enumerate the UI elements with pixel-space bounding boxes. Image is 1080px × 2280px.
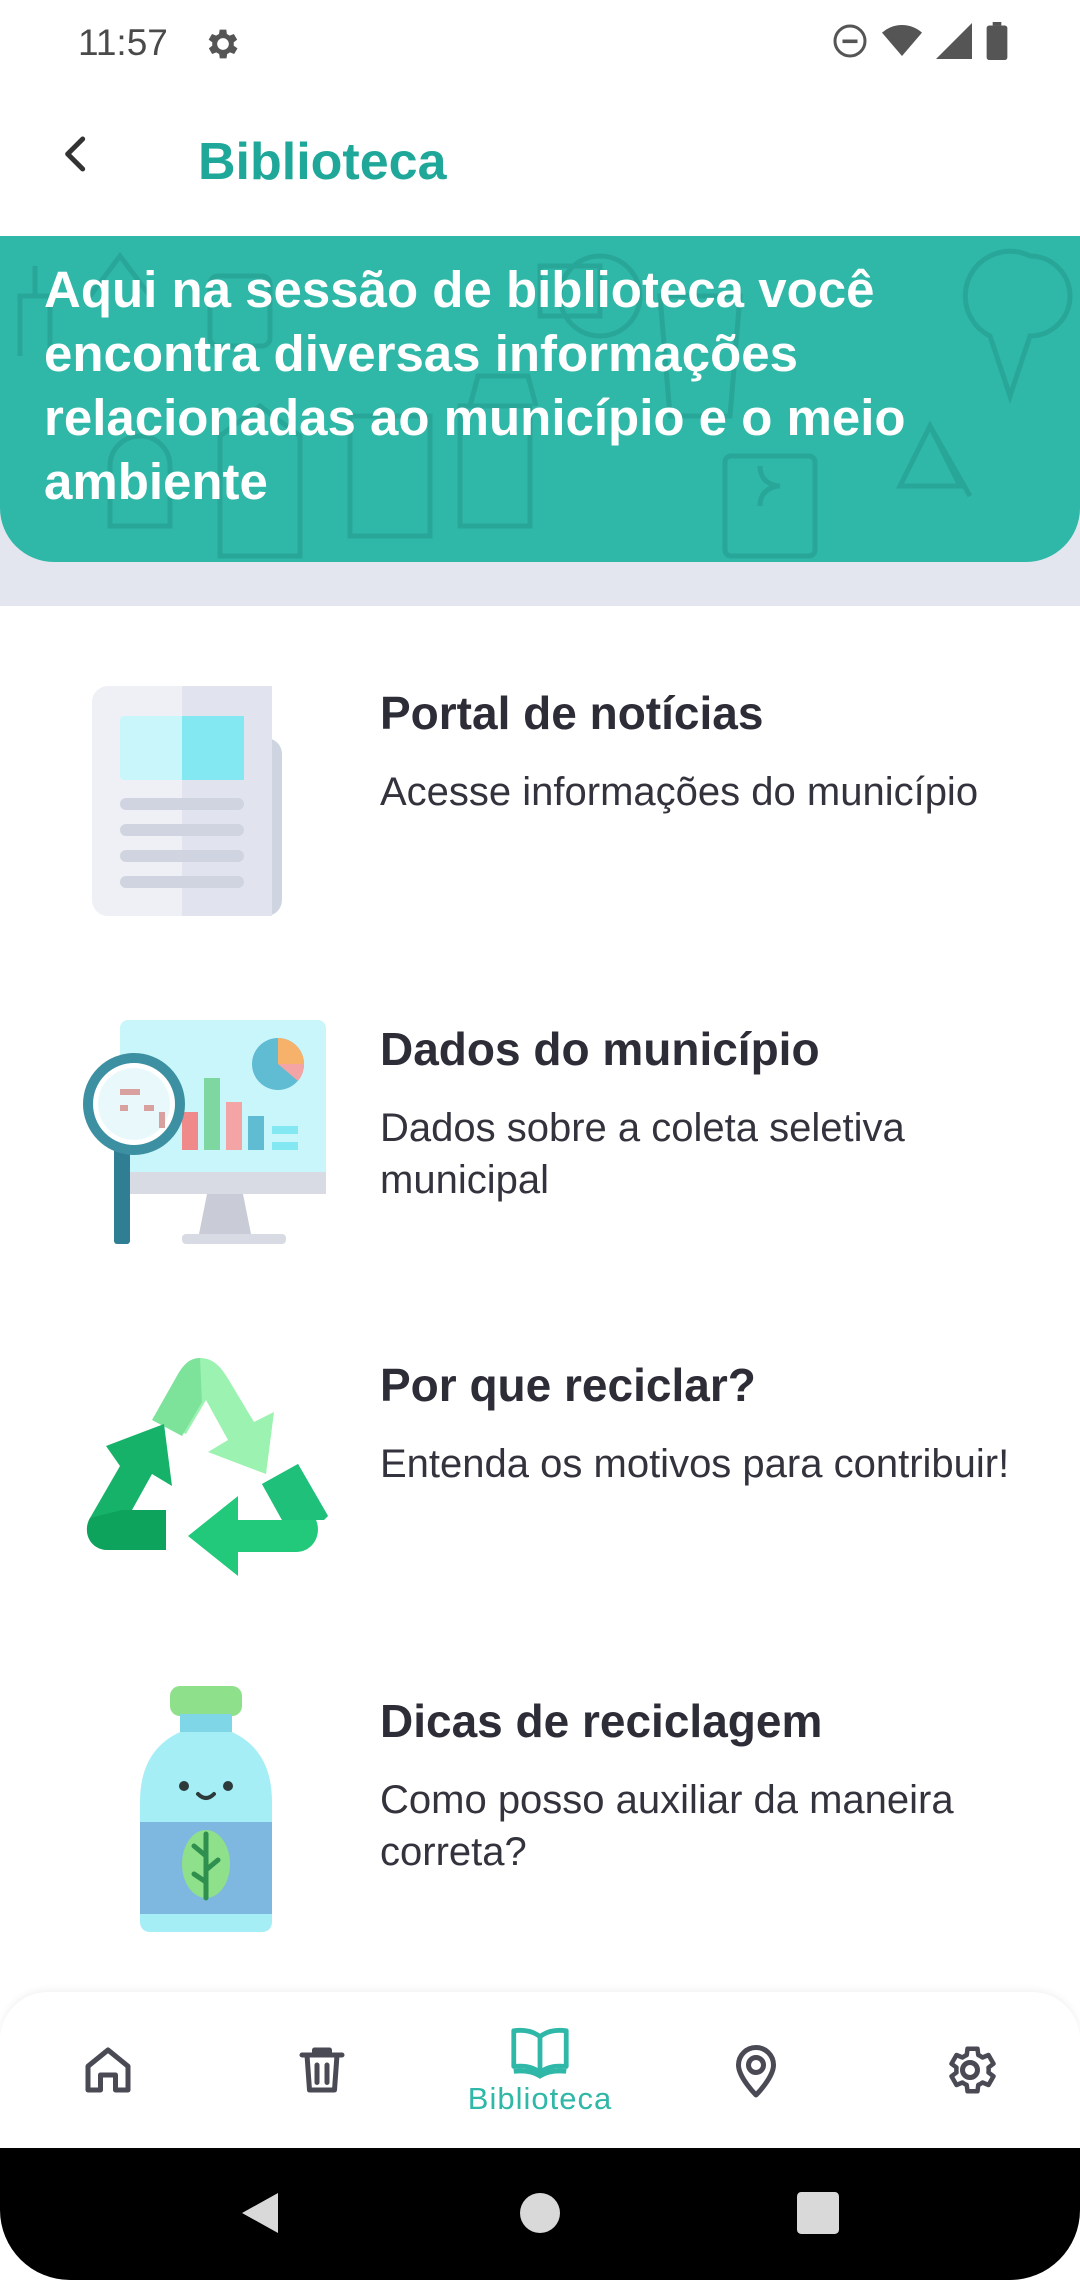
library-item-title: Por que reciclar? [380, 1359, 756, 1411]
chevron-left-icon [65, 136, 86, 172]
back-triangle-icon [242, 2193, 278, 2233]
back-button[interactable] [46, 124, 106, 184]
page-title: Biblioteca [198, 133, 447, 191]
status-bar: 11:57 [0, 0, 1080, 88]
home-circle-icon [520, 2193, 560, 2233]
bottle-icon [140, 1686, 272, 1932]
nav-location[interactable] [666, 1992, 846, 2148]
nav-settings[interactable] [880, 1992, 1060, 2148]
library-item-por-que-reciclar[interactable]: Por que reciclar? Entenda os motivos par… [0, 1328, 1080, 1628]
banner-area: Aqui na sessão de biblioteca você encont… [0, 236, 1080, 606]
status-icons [832, 22, 1008, 60]
library-item-title: Dados do município [380, 1023, 820, 1075]
cell-signal-icon [936, 23, 972, 59]
library-item-description: Acesse informações do município [380, 770, 979, 814]
library-item-portal-noticias[interactable]: Portal de notícias Acesse informações do… [0, 656, 1080, 956]
system-recents-button[interactable] [778, 2178, 858, 2248]
nav-label-biblioteca: Biblioteca [467, 2081, 613, 2116]
library-item-dados-municipio[interactable]: Dados do município Dados sobre a coleta … [0, 992, 1080, 1292]
location-pin-icon [736, 2045, 776, 2098]
bottom-nav: Biblioteca [0, 1992, 1080, 2148]
system-home-button[interactable] [500, 2178, 580, 2248]
system-nav-bar [0, 2148, 1080, 2280]
library-item-title: Portal de notícias [380, 687, 764, 739]
wifi-icon [882, 23, 922, 59]
nav-trash[interactable] [232, 1992, 412, 2148]
library-item-title: Dicas de reciclagem [380, 1695, 823, 1747]
newspaper-icon [92, 686, 282, 916]
library-item-description: Entenda os motivos para contribuir! [380, 1442, 1010, 1486]
library-item-description: Dados sobre a coleta seletiva municipal [380, 1106, 905, 1202]
app-header: Biblioteca [0, 88, 1080, 238]
home-icon [85, 2047, 131, 2093]
battery-icon [986, 22, 1008, 60]
gear-icon [203, 24, 243, 64]
recycle-icon [86, 1358, 328, 1576]
nav-home[interactable] [18, 1992, 198, 2148]
book-icon [511, 2027, 569, 2079]
library-item-description: Como posso auxiliar da maneira correta? [380, 1778, 954, 1874]
banner-text: Aqui na sessão de biblioteca você encont… [44, 261, 906, 510]
library-item-dicas-reciclagem[interactable]: Dicas de reciclagem Como posso auxiliar … [0, 1664, 1080, 1964]
recents-square-icon [797, 2192, 839, 2234]
settings-icon [949, 2046, 996, 2094]
data-monitor-icon [83, 1020, 326, 1244]
status-time: 11:57 [78, 22, 168, 63]
trash-icon [299, 2047, 345, 2093]
do-not-disturb-icon [832, 23, 868, 59]
nav-biblioteca[interactable]: Biblioteca [450, 1992, 630, 2148]
system-back-button[interactable] [220, 2178, 300, 2248]
info-banner: Aqui na sessão de biblioteca você encont… [0, 236, 1080, 562]
